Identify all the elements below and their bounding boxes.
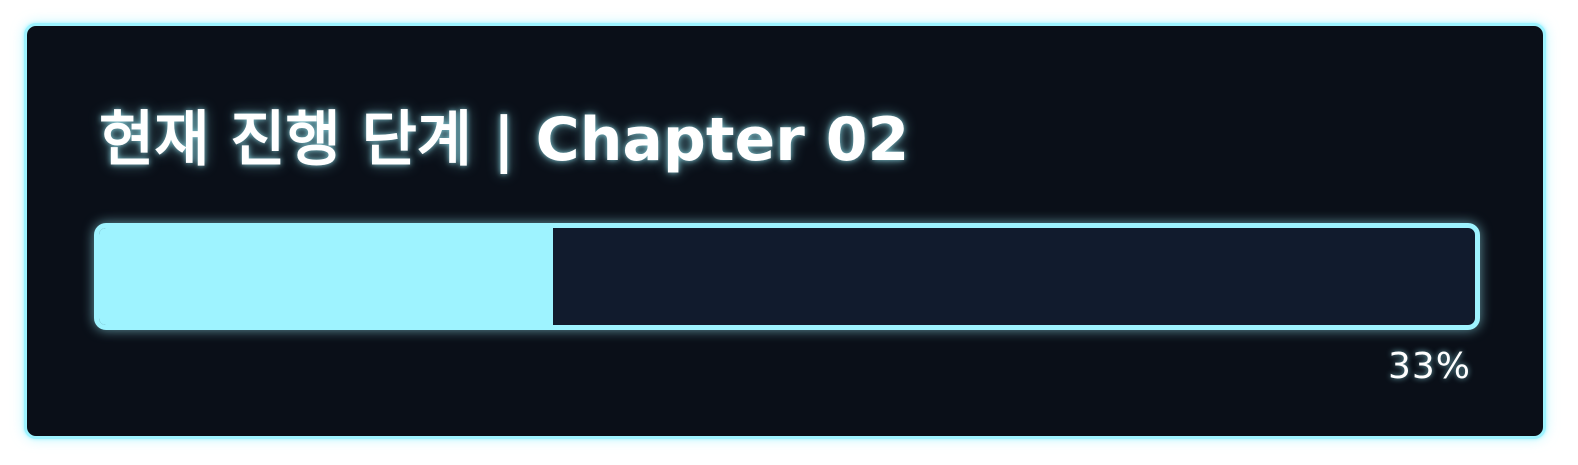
progress-title: 현재 진행 단계 | Chapter 02: [99, 105, 910, 175]
progress-percent-label: 33%: [1387, 346, 1471, 387]
progress-bar-fill: [99, 228, 554, 325]
progress-panel: 현재 진행 단계 | Chapter 02 33%: [24, 23, 1546, 439]
progress-bar: [94, 223, 1480, 330]
